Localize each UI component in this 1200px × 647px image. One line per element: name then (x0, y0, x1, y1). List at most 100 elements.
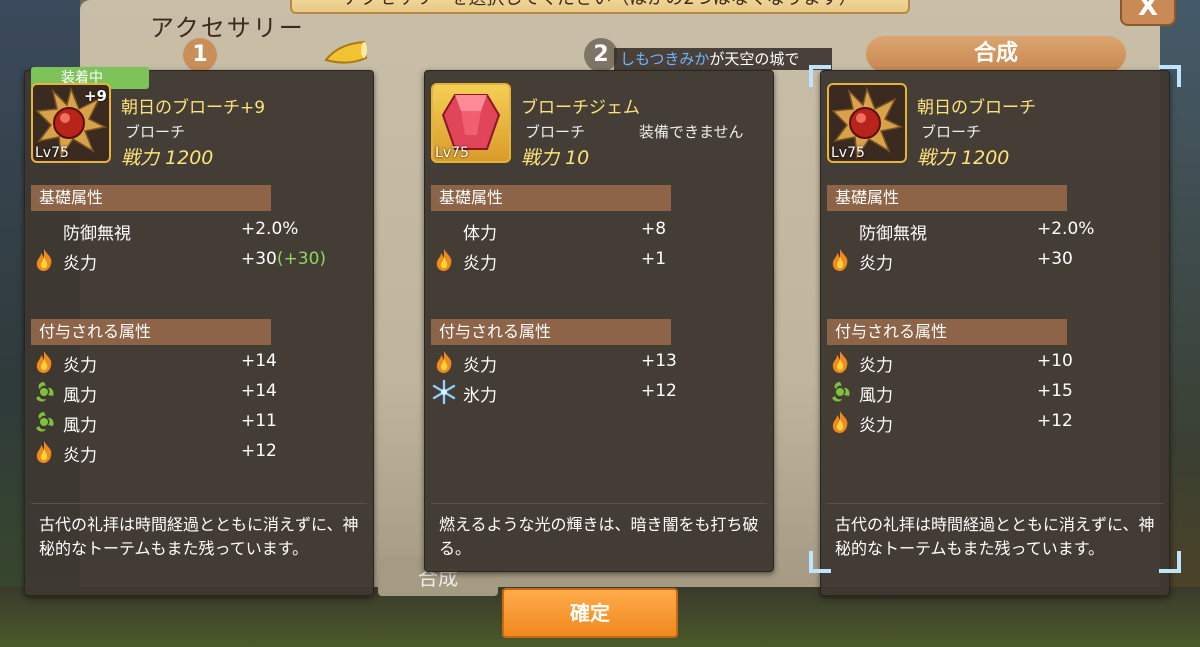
stat-name: 風力 (63, 386, 97, 406)
stat-row: 風力 +14 (31, 377, 361, 407)
stat-value: +1 (641, 249, 667, 269)
stat-row: 氷力 +12 (431, 377, 761, 407)
accessory-card-equipped[interactable]: 装着中 +9 Lv75 朝日のブローチ+9 ブローチ 戦力 1200 基礎属性 … (24, 67, 374, 596)
stat-value: +30(+30) (241, 249, 326, 269)
stat-value: +15 (1037, 381, 1073, 401)
fire-icon (36, 441, 52, 463)
stat-value: +12 (1037, 411, 1073, 431)
item-name: ブローチジェム (521, 98, 640, 118)
stat-row: 風力 +15 (827, 377, 1157, 407)
item-level: Lv75 (435, 145, 469, 161)
compose-tab[interactable]: 合成 (866, 36, 1126, 72)
stat-name: 炎力 (63, 254, 97, 274)
stat-value: +12 (241, 441, 277, 461)
notice-player-name[interactable]: しもつきみか (620, 50, 709, 68)
item-type: ブローチ (921, 123, 982, 141)
wind-icon (832, 382, 850, 402)
stat-name: 防御無視 (63, 224, 131, 244)
fire-icon (36, 249, 52, 271)
granted-attributes-header: 付与される属性 (431, 319, 671, 345)
item-icon-frame: Lv75 (827, 83, 907, 163)
stat-name: 風力 (859, 386, 893, 406)
accessory-card-result[interactable]: Lv75 朝日のブローチ ブローチ 戦力 1200 基礎属性 防御無視 +2.0… (809, 65, 1181, 596)
fire-icon (436, 351, 452, 373)
stat-row: 防御無視 +2.0% (827, 215, 1157, 245)
item-icon-frame: Lv75 (431, 83, 511, 163)
stat-value: +8 (641, 219, 667, 239)
item-icon-frame: +9 Lv75 (31, 83, 111, 163)
stat-name: 炎力 (63, 446, 97, 466)
stat-name: 炎力 (463, 356, 497, 376)
background-tab-title: アクセサリー (150, 14, 305, 42)
fire-icon (832, 351, 848, 373)
selection-corner-tr (1159, 65, 1181, 87)
item-level: Lv75 (831, 145, 865, 161)
selection-corner-br (1159, 551, 1181, 573)
stat-value: +11 (241, 411, 277, 431)
granted-attributes-header: 付与される属性 (31, 319, 271, 345)
item-level: Lv75 (35, 145, 69, 161)
cannot-equip-note: 装備できません (639, 123, 744, 141)
fire-icon (832, 411, 848, 433)
stat-bonus: (+30) (276, 249, 327, 269)
item-name: 朝日のブローチ (917, 98, 1036, 118)
selection-corner-tl (809, 65, 831, 87)
stat-value-main: +30 (241, 249, 277, 269)
stat-name: 炎力 (859, 356, 893, 376)
step-number-1: 1 (183, 38, 217, 72)
fire-icon (436, 249, 452, 271)
stat-name: 体力 (463, 224, 497, 244)
wind-icon (36, 412, 54, 432)
item-description: 古代の礼拝は時間経過とともに消えずに、神秘的なトーテムもまた残っています。 (835, 515, 1155, 558)
base-attributes-header: 基礎属性 (827, 185, 1067, 211)
stat-value: +2.0% (1037, 219, 1095, 239)
item-power: 戦力 10 (521, 147, 590, 169)
item-type: ブローチ (125, 123, 186, 141)
step-number-2: 2 (584, 38, 618, 72)
item-power: 戦力 1200 (917, 147, 1010, 169)
stat-row: 炎力 +30(+30) (31, 245, 361, 275)
close-button[interactable]: X (1120, 0, 1176, 26)
stat-row: 炎力 +12 (827, 407, 1157, 437)
stat-row: 炎力 +10 (827, 347, 1157, 377)
horn-icon (324, 40, 368, 64)
stat-name: 風力 (63, 416, 97, 436)
base-attributes-header: 基礎属性 (431, 185, 671, 211)
fire-icon (832, 249, 848, 271)
instruction-banner: アクセサリーを選択してください（ほかの2つはなくなります） (290, 0, 910, 14)
accessory-card-gem[interactable]: Lv75 ブローチジェム ブローチ 装備できません 戦力 10 基礎属性 体力 … (424, 70, 774, 572)
stat-name: 炎力 (859, 416, 893, 436)
stat-value: +14 (241, 351, 277, 371)
item-description: 古代の礼拝は時間経過とともに消えずに、神秘的なトーテムもまた残っています。 (39, 515, 359, 558)
stat-row: 炎力 +13 (431, 347, 761, 377)
item-type: ブローチ (525, 123, 586, 141)
stat-row: 炎力 +30 (827, 245, 1157, 275)
stat-value: +10 (1037, 351, 1073, 371)
notice-message: が天空の城で (709, 50, 800, 68)
stat-name: 炎力 (63, 356, 97, 376)
stat-row: 体力 +8 (431, 215, 761, 245)
ice-icon (432, 379, 456, 405)
enhance-level: +9 (83, 87, 107, 105)
stat-row: 炎力 +12 (31, 437, 361, 467)
confirm-button[interactable]: 確定 (502, 588, 678, 638)
system-notice: しもつきみかが天空の城で (614, 48, 832, 70)
stat-value: +30 (1037, 249, 1073, 269)
divider (31, 503, 367, 504)
item-power: 戦力 1200 (121, 147, 214, 169)
stat-row: 防御無視 +2.0% (31, 215, 361, 245)
stat-name: 防御無視 (859, 224, 927, 244)
granted-attributes-header: 付与される属性 (827, 319, 1067, 345)
stat-value: +14 (241, 381, 277, 401)
stat-row: 炎力 +14 (31, 347, 361, 377)
stat-name: 氷力 (463, 386, 497, 406)
fire-icon (36, 351, 52, 373)
divider (827, 503, 1163, 504)
selection-corner-bl (809, 551, 831, 573)
stat-name: 炎力 (463, 254, 497, 274)
item-description: 燃えるような光の輝きは、暗き闇をも打ち破る。 (439, 515, 759, 558)
divider (431, 503, 767, 504)
stat-value: +12 (641, 381, 677, 401)
wind-icon (36, 382, 54, 402)
item-name: 朝日のブローチ+9 (121, 98, 266, 118)
